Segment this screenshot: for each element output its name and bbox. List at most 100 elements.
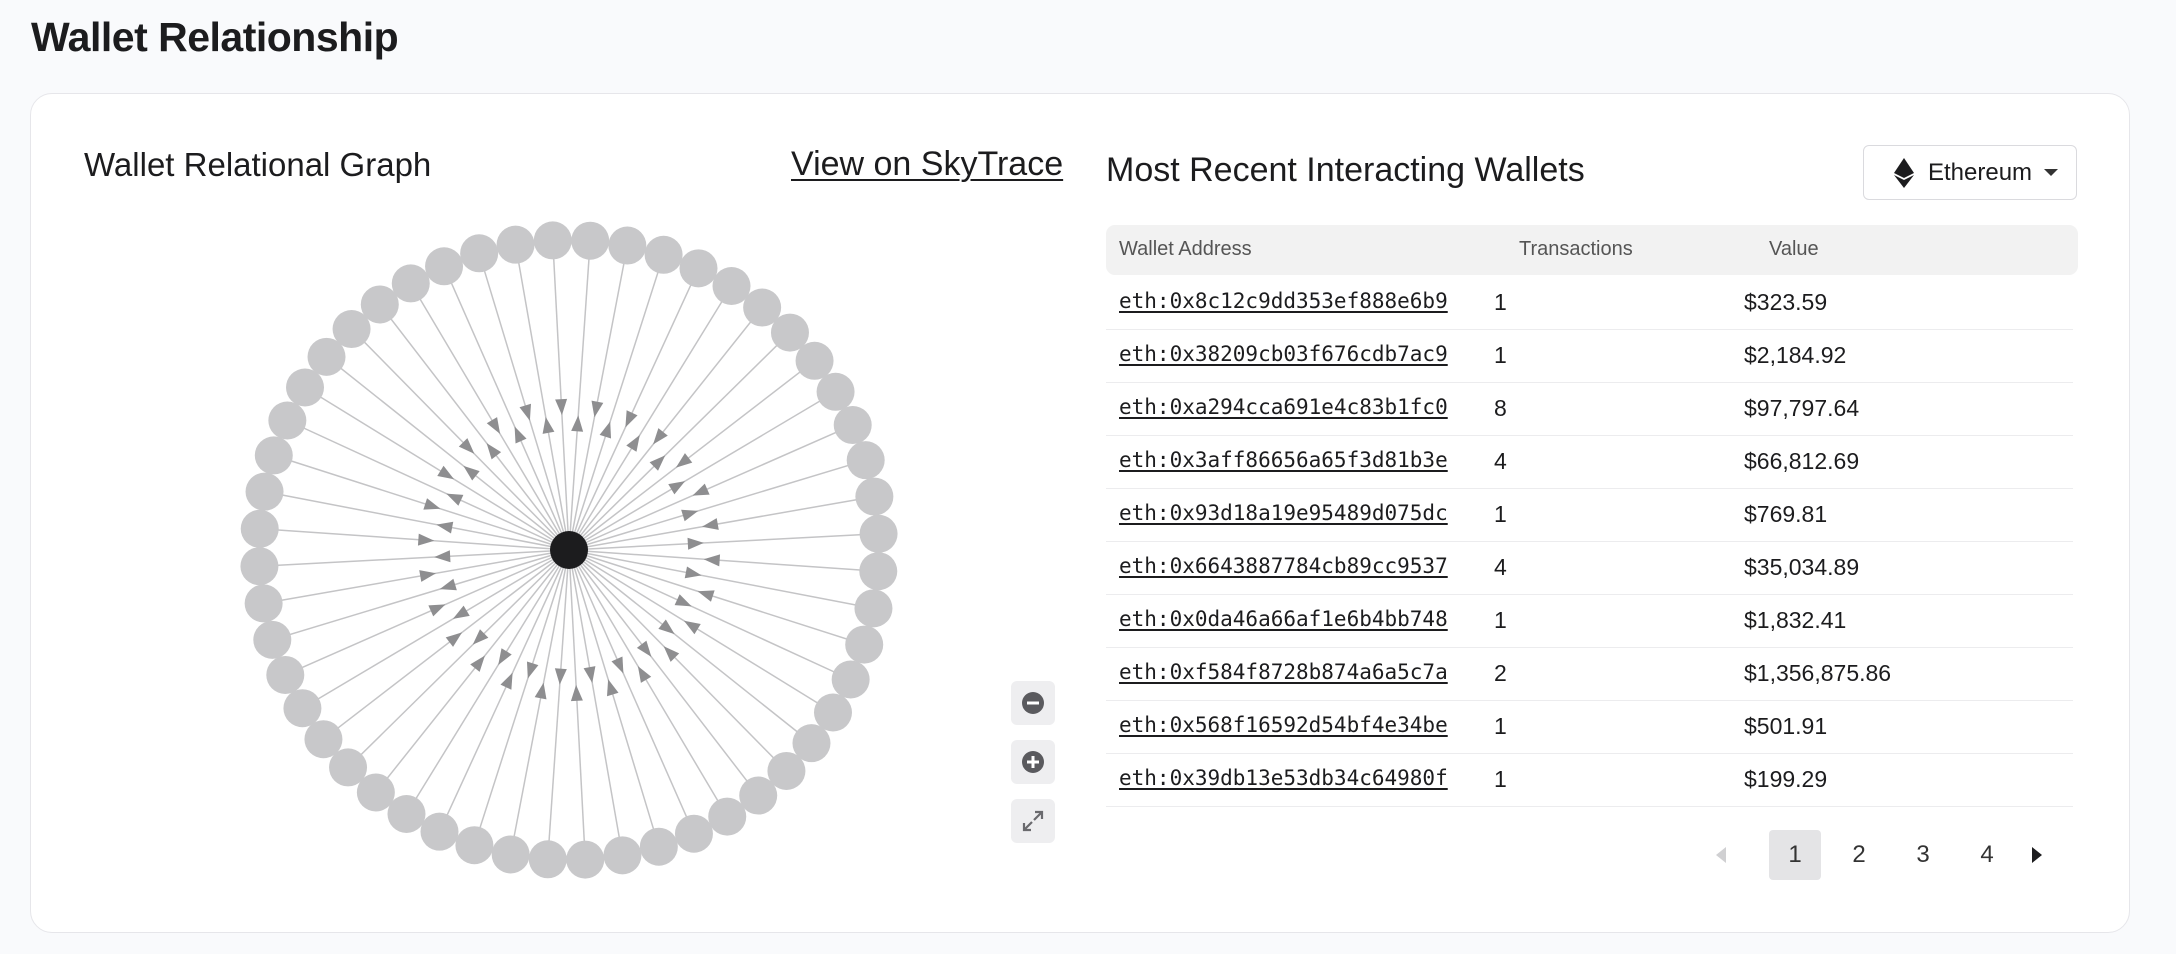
zoom-in-button[interactable] [1011, 740, 1055, 784]
wallet-node[interactable] [360, 285, 399, 324]
edge-arrow [434, 550, 451, 563]
graph-edge [568, 549, 812, 744]
wallet-node[interactable] [496, 225, 535, 264]
wallet-node[interactable] [244, 584, 283, 623]
page-title: Wallet Relationship [31, 14, 399, 60]
graph-edge [568, 240, 591, 551]
wallet-address-link[interactable]: eth:0x0da46a66af1e6b4bb748 [1119, 607, 1487, 631]
wallet-node[interactable] [674, 814, 713, 853]
wallet-node[interactable] [813, 693, 852, 732]
wallet-node[interactable] [644, 235, 683, 274]
wallet-node[interactable] [859, 514, 898, 553]
wallet-node[interactable] [854, 589, 893, 628]
wallet-address-link[interactable]: eth:0x39db13e53db34c64980f [1119, 766, 1487, 790]
chain-select[interactable]: Ethereum [1863, 145, 2077, 200]
edge-arrow [486, 417, 501, 434]
value-cell: $501.91 [1744, 713, 1828, 739]
zoom-out-button[interactable] [1011, 681, 1055, 725]
wallet-node[interactable] [266, 655, 305, 694]
fullscreen-button[interactable] [1011, 799, 1055, 843]
wallet-node[interactable] [391, 264, 430, 303]
graph-edge [326, 356, 570, 551]
wallet-node[interactable] [245, 472, 284, 511]
edge-arrow [636, 640, 652, 657]
wallet-node[interactable] [712, 267, 751, 306]
pagination-page-4[interactable]: 4 [1967, 830, 2007, 880]
wallet-node[interactable] [286, 368, 325, 407]
wallet-node[interactable] [603, 836, 642, 875]
value-cell: $35,034.89 [1744, 554, 1860, 580]
wallet-node[interactable] [859, 552, 898, 591]
edge-arrow [470, 655, 485, 672]
value-cell: $1,832.41 [1744, 607, 1847, 633]
column-header-value: Value [1769, 238, 1819, 260]
wallet-address-link[interactable]: eth:0x3aff86656a65f3d81b3e [1119, 448, 1487, 472]
table-row: eth:0x93d18a19e95489d075dc 1 $769.81 [1106, 489, 2073, 542]
wallet-node[interactable] [795, 341, 834, 380]
ethereum-icon [1894, 157, 1914, 188]
wallet-node[interactable] [425, 247, 464, 286]
wallet-node[interactable] [455, 826, 494, 865]
wallet-node[interactable] [831, 660, 870, 699]
pagination-page-2[interactable]: 2 [1839, 830, 1879, 880]
edge-arrow [437, 465, 455, 480]
wallet-node[interactable] [304, 720, 343, 759]
graph-edge [264, 490, 570, 551]
wallet-node[interactable] [833, 406, 872, 445]
wallet-address-link[interactable]: eth:0xf584f8728b874a6a5c7a [1119, 660, 1487, 684]
graph-edge [438, 549, 570, 832]
graph-edge [568, 549, 874, 610]
wallet-address-link[interactable]: eth:0x93d18a19e95489d075dc [1119, 501, 1487, 525]
value-cell: $97,797.64 [1744, 395, 1860, 421]
wallet-node[interactable] [845, 625, 884, 664]
wallet-node[interactable] [283, 689, 322, 728]
edge-arrow [684, 566, 702, 579]
table-row: eth:0x0da46a66af1e6b4bb748 1 $1,832.41 [1106, 595, 2073, 648]
wallet-node[interactable] [739, 776, 778, 815]
wallet-node[interactable] [571, 221, 610, 260]
wallet-node[interactable] [679, 249, 718, 288]
transactions-cell: 4 [1494, 554, 1507, 580]
wallet-node[interactable] [566, 840, 605, 879]
pagination-page-3[interactable]: 3 [1903, 830, 1943, 880]
edge-arrow [542, 417, 555, 434]
wallet-address-link[interactable]: eth:0xa294cca691e4c83b1fc0 [1119, 395, 1487, 419]
wallet-node[interactable] [268, 401, 307, 440]
wallet-node[interactable] [240, 547, 279, 586]
wallet-node[interactable] [846, 441, 885, 480]
graph-edge [509, 549, 570, 855]
transactions-cell: 1 [1494, 607, 1507, 633]
edge-arrow [703, 554, 721, 567]
edge-arrow [675, 453, 693, 468]
center-wallet-node[interactable] [550, 531, 588, 569]
wallet-node[interactable] [240, 509, 279, 548]
wallet-node[interactable] [639, 827, 678, 866]
pagination-next-button[interactable] [2022, 830, 2052, 880]
wallet-address-link[interactable]: eth:0x6643887784cb89cc9537 [1119, 554, 1487, 578]
edge-arrow [683, 620, 701, 635]
pagination-page-1[interactable]: 1 [1769, 830, 1821, 880]
wallet-node[interactable] [387, 794, 426, 833]
edge-arrow [653, 428, 668, 445]
wallet-node[interactable] [491, 835, 530, 874]
pagination-prev-button[interactable] [1706, 830, 1736, 880]
table-row: eth:0xf584f8728b874a6a5c7a 2 $1,356,875.86 [1106, 648, 2073, 701]
wallet-node[interactable] [253, 620, 292, 659]
table-row: eth:0x3aff86656a65f3d81b3e 4 $66,812.69 [1106, 436, 2073, 489]
wallet-node[interactable] [528, 840, 567, 879]
graph-edge [547, 549, 570, 860]
wallet-node[interactable] [460, 234, 499, 273]
wallet-node[interactable] [608, 226, 647, 265]
wallet-node[interactable] [420, 812, 459, 851]
wallet-node[interactable] [708, 797, 747, 836]
wallet-address-link[interactable]: eth:0x8c12c9dd353ef888e6b9 [1119, 289, 1487, 313]
wallet-relational-graph[interactable] [31, 94, 1091, 914]
wallet-node[interactable] [855, 477, 894, 516]
wallet-node[interactable] [254, 436, 293, 475]
wallet-address-link[interactable]: eth:0x38209cb03f676cdb7ac9 [1119, 342, 1487, 366]
wallets-title: Most Recent Interacting Wallets [1106, 151, 1585, 189]
wallet-node[interactable] [816, 372, 855, 411]
chain-select-label: Ethereum [1928, 158, 2033, 186]
wallet-address-link[interactable]: eth:0x568f16592d54bf4e34be [1119, 713, 1487, 737]
wallet-node[interactable] [533, 221, 572, 260]
